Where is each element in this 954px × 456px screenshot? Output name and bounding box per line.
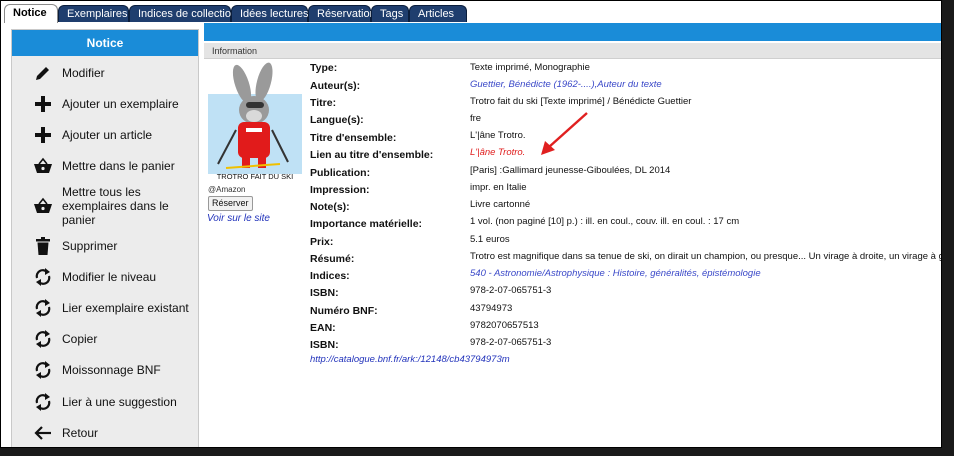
refresh-icon xyxy=(32,266,54,288)
field-label-impression: Impression: xyxy=(310,184,370,196)
sidebar-item-mettre-tous-panier[interactable]: Mettre tous les exemplaires dans le pani… xyxy=(12,184,198,228)
field-value-type: Texte imprimé, Monographie xyxy=(470,62,590,73)
refresh-icon xyxy=(32,359,54,381)
trash-icon xyxy=(32,235,54,257)
field-value-auteur-link[interactable]: Guettier, Bénédicte (1962-....),Auteur d… xyxy=(470,79,662,90)
tab-exemplaires[interactable]: Exemplaires xyxy=(58,5,129,22)
tab-notice[interactable]: Notice xyxy=(4,4,58,23)
application-window: Notice Exemplaires Indices de collection… xyxy=(0,0,942,448)
sidebar-item-label: Lier à une suggestion xyxy=(62,395,177,409)
sidebar-item-label: Ajouter un exemplaire xyxy=(62,97,179,111)
field-label-resume: Résumé: xyxy=(310,253,355,265)
sidebar-item-label: Moissonnage BNF xyxy=(62,363,161,377)
sidebar-item-label: Supprimer xyxy=(62,239,118,253)
bnf-ark-link[interactable]: http://catalogue.bnf.fr/ark:/12148/cb437… xyxy=(310,354,510,365)
field-value-impression: impr. en Italie xyxy=(470,182,527,193)
field-label-numero-bnf: Numéro BNF: xyxy=(310,305,378,317)
refresh-icon xyxy=(32,391,54,413)
sidebar: Notice Modifier Ajouter un exemplaire Aj… xyxy=(11,29,199,447)
refresh-icon xyxy=(32,297,54,319)
field-label-isbn-2: ISBN: xyxy=(310,339,339,351)
sidebar-item-ajouter-exemplaire[interactable]: Ajouter un exemplaire xyxy=(12,93,198,115)
cover-caption: TROTRO FAIT DU SKI xyxy=(217,172,294,181)
tab-indices-de-collection[interactable]: Indices de collection xyxy=(129,5,237,22)
field-label-prix: Prix: xyxy=(310,236,334,248)
information-bar: Information xyxy=(204,43,941,59)
field-value-prix: 5.1 euros xyxy=(470,234,510,245)
field-label-titre: Titre: xyxy=(310,97,337,109)
sidebar-item-label: Ajouter un article xyxy=(62,128,153,142)
field-value-indices-link[interactable]: 540 - Astronomie/Astrophysique : Histoir… xyxy=(470,268,761,279)
sidebar-item-mettre-panier[interactable]: Mettre dans le panier xyxy=(12,155,198,177)
plus-icon xyxy=(32,124,54,146)
sidebar-item-label: Retour xyxy=(62,426,99,440)
refresh-icon xyxy=(32,328,54,350)
field-value-isbn-2: 978-2-07-065751-3 xyxy=(470,337,552,348)
field-label-auteur: Auteur(s): xyxy=(310,80,361,92)
sidebar-item-label: Modifier le niveau xyxy=(62,270,157,284)
annotation-arrow-icon xyxy=(541,112,588,155)
content-header-bar xyxy=(204,23,941,41)
window-shadow xyxy=(4,448,954,456)
sidebar-item-moissonnage-bnf[interactable]: Moissonnage BNF xyxy=(12,359,198,381)
sidebar-item-label: Modifier xyxy=(62,66,105,80)
field-label-ean: EAN: xyxy=(310,322,336,334)
field-label-langue: Langue(s): xyxy=(310,114,364,126)
field-label-titre-ensemble: Titre d'ensemble: xyxy=(310,132,397,144)
field-value-isbn: 978-2-07-065751-3 xyxy=(470,285,552,296)
reserve-button[interactable]: Réserver xyxy=(208,196,253,211)
basket-icon xyxy=(32,195,54,217)
sidebar-item-lier-exemplaire[interactable]: Lier exemplaire existant xyxy=(12,297,198,319)
tab-tags[interactable]: Tags xyxy=(371,5,409,22)
sidebar-item-copier[interactable]: Copier xyxy=(12,328,198,350)
field-value-numero-bnf: 43794973 xyxy=(470,303,513,314)
tab-articles[interactable]: Articles xyxy=(409,5,467,22)
sidebar-item-label: Mettre dans le panier xyxy=(62,159,175,173)
field-label-indices: Indices: xyxy=(310,270,350,282)
sidebar-item-label: Mettre tous les exemplaires dans le pani… xyxy=(62,185,169,227)
field-value-publication: [Paris] :Gallimard jeunesse-Giboulées, D… xyxy=(470,165,671,176)
sidebar-item-label: Copier xyxy=(62,332,98,346)
tab-idees-lectures[interactable]: Idées lectures xyxy=(231,5,308,22)
book-cover-image[interactable]: TROTRO FAIT DU SKI xyxy=(208,62,302,183)
field-label-isbn: ISBN: xyxy=(310,287,339,299)
basket-icon xyxy=(32,155,54,177)
tab-reservations[interactable]: Réservations xyxy=(308,5,381,22)
plus-icon xyxy=(32,93,54,115)
field-label-lien-titre-ensemble: Lien au titre d'ensemble: xyxy=(310,149,434,161)
image-source-label: @Amazon xyxy=(208,185,246,194)
sidebar-item-lier-suggestion[interactable]: Lier à une suggestion xyxy=(12,391,198,413)
field-label-notes: Note(s): xyxy=(310,201,350,213)
sidebar-item-modifier[interactable]: Modifier xyxy=(12,62,198,84)
window-shadow xyxy=(942,4,954,456)
tab-bar: Notice Exemplaires Indices de collection… xyxy=(1,1,941,23)
sidebar-item-modifier-niveau[interactable]: Modifier le niveau xyxy=(12,266,198,288)
field-value-importance-materielle: 1 vol. (non paginé [10] p.) : ill. en co… xyxy=(470,216,740,227)
field-label-importance-materielle: Importance matérielle: xyxy=(310,218,423,230)
pencil-icon xyxy=(32,62,54,84)
field-value-ean: 9782070657513 xyxy=(470,320,539,331)
sidebar-item-ajouter-article[interactable]: Ajouter un article xyxy=(12,124,198,146)
sidebar-item-retour[interactable]: Retour xyxy=(12,422,198,444)
field-label-type: Type: xyxy=(310,62,338,74)
sidebar-title: Notice xyxy=(12,30,198,56)
sidebar-item-supprimer[interactable]: Supprimer xyxy=(12,235,198,257)
field-value-langue: fre xyxy=(470,113,482,124)
sidebar-item-label: Lier exemplaire existant xyxy=(62,301,189,315)
field-label-publication: Publication: xyxy=(310,167,371,179)
field-value-titre: Trotro fait du ski [Texte imprimé] / Bén… xyxy=(470,96,692,107)
voir-sur-le-site-link[interactable]: Voir sur le site xyxy=(207,213,270,224)
arrow-left-icon xyxy=(32,422,54,444)
field-value-resume: Trotro est magnifique dans sa tenue de s… xyxy=(470,251,942,262)
field-value-notes: Livre cartonné xyxy=(470,199,531,210)
